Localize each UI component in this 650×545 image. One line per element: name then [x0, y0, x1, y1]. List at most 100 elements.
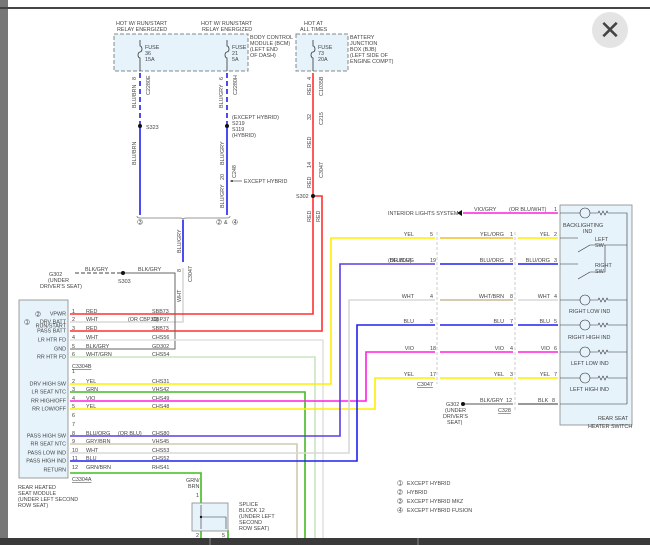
svg-text:15A: 15A: [145, 57, 155, 63]
svg-text:C3047: C3047: [319, 162, 325, 178]
wire-color: YEL: [494, 372, 504, 378]
svg-text:RED: RED: [307, 177, 313, 188]
svg-text:IND: IND: [583, 229, 592, 235]
svg-text:2: 2: [218, 220, 221, 226]
svg-text:ROW SEAT): ROW SEAT): [18, 503, 48, 509]
close-button[interactable]: ✕: [592, 12, 628, 48]
svg-text:LEFT HIGH IND: LEFT HIGH IND: [570, 387, 609, 393]
svg-text:ALL TIMES: ALL TIMES: [300, 27, 328, 33]
bottom-bar: [0, 538, 650, 545]
svg-text:C248: C248: [232, 165, 238, 178]
wire-color: BLU/ORG: [480, 258, 504, 264]
module-pin-label: PASS HIGH SW: [27, 434, 67, 440]
circuit-id: CHS48: [152, 404, 169, 410]
svg-text:BLU/GRY: BLU/GRY: [220, 141, 226, 165]
module-pin-label: RR LOW/OFF: [32, 407, 67, 413]
wire-color: YEL: [540, 232, 550, 238]
circuit-id: SBB73: [152, 326, 169, 332]
note-number: 2: [37, 312, 40, 318]
module-pin-label: RR HTR FD: [37, 355, 66, 361]
wire-color: WHT: [86, 335, 99, 341]
module-pin-label: RR HIGH/OFF: [31, 399, 67, 405]
wire-color: WHT/GRN: [86, 352, 112, 358]
circuit-id: CHS49: [152, 396, 169, 402]
pin-number: 7: [72, 422, 75, 428]
module-pin-label: GND: [54, 347, 66, 353]
svg-text:1: 1: [554, 207, 557, 213]
svg-text:C2280H: C2280H: [233, 75, 239, 95]
module-pin-label: PASS BATT: [37, 329, 67, 335]
svg-text:ROW SEAT): ROW SEAT): [239, 526, 269, 532]
svg-text:LEFT LOW IND: LEFT LOW IND: [571, 361, 609, 367]
circuit-id: RHS41: [152, 465, 169, 471]
svg-text:4: 4: [234, 220, 237, 226]
svg-text:(HYBRID): (HYBRID): [232, 133, 256, 139]
svg-text:C215: C215: [319, 112, 325, 125]
svg-text:ENGINE COMPT): ENGINE COMPT): [350, 59, 394, 65]
svg-text:8: 8: [177, 269, 183, 272]
module-pin-label: LR SEAT NTC: [31, 390, 66, 396]
pin-number: 11: [72, 456, 78, 462]
pin-number: 1: [510, 232, 513, 238]
wire-color: RED: [86, 326, 97, 332]
svg-text:BLU/BRN: BLU/BRN: [132, 142, 138, 165]
svg-text:32: 32: [307, 114, 313, 120]
close-icon: ✕: [599, 15, 621, 45]
wire-alt: (OR CBP36): [128, 317, 158, 323]
pin-number: 5: [72, 344, 75, 350]
circuit-id: CHS54: [152, 352, 169, 358]
wire-color: BLU: [86, 456, 97, 462]
pin-number: 1: [72, 369, 75, 375]
svg-text:EXCEPT HYBRID MKZ: EXCEPT HYBRID MKZ: [407, 499, 464, 505]
svg-text:BLU/GRY: BLU/GRY: [219, 84, 225, 108]
module-pin-label: DRV HIGH SW: [30, 382, 67, 388]
splice-s323: [138, 124, 142, 128]
pin-number: 6: [554, 346, 557, 352]
svg-text:1: 1: [196, 493, 199, 499]
wire-color: YEL: [86, 404, 96, 410]
svg-text:RELAY ENERGIZED: RELAY ENERGIZED: [202, 27, 252, 33]
svg-text:HEATER SWITCH: HEATER SWITCH: [588, 424, 632, 430]
svg-text:20: 20: [220, 174, 226, 180]
svg-text:(OR BLU/WHT): (OR BLU/WHT): [509, 207, 547, 213]
svg-text:EXCEPT HYBRID: EXCEPT HYBRID: [244, 179, 287, 185]
svg-text:&: &: [224, 220, 228, 226]
svg-text:S303: S303: [118, 279, 131, 285]
svg-text:BLU/GRY: BLU/GRY: [220, 184, 226, 208]
pin-number: 12: [72, 465, 78, 471]
pin-number: 2: [554, 232, 557, 238]
svg-text:WHT: WHT: [177, 289, 183, 302]
svg-text:4: 4: [307, 77, 313, 80]
svg-text:RELAY ENERGIZED: RELAY ENERGIZED: [117, 27, 167, 33]
svg-text:REAR SEAT: REAR SEAT: [598, 416, 629, 422]
pin-number: 3: [430, 319, 433, 325]
svg-text:C3047: C3047: [188, 266, 194, 282]
svg-text:BLU/GRY: BLU/GRY: [177, 229, 183, 253]
wire-color: VIO: [541, 346, 550, 352]
pin-number: 17: [430, 372, 436, 378]
svg-text:5: 5: [222, 533, 225, 539]
svg-text:C3304A: C3304A: [72, 477, 92, 483]
svg-text:8: 8: [552, 398, 555, 404]
svg-text:8: 8: [132, 77, 138, 80]
pin-number: 5: [510, 258, 513, 264]
svg-text:SW: SW: [595, 269, 605, 275]
wire-color: YEL: [404, 232, 414, 238]
circuit-id: GD302: [152, 344, 169, 350]
wire-color: BLK/GRY: [86, 344, 110, 350]
svg-text:EXCEPT HYBRID FUSION: EXCEPT HYBRID FUSION: [407, 508, 472, 514]
top-frame: [0, 7, 650, 9]
svg-text:BLK/GRY: BLK/GRY: [85, 267, 109, 273]
wire-color: YEL/ORG: [480, 232, 504, 238]
circuit-id: CHS80: [152, 431, 169, 437]
svg-text:BLK/GRY: BLK/GRY: [480, 398, 504, 404]
svg-text:DRIVER'S SEAT): DRIVER'S SEAT): [40, 284, 82, 290]
splice-s303: [121, 271, 125, 275]
splice-s302: [311, 194, 315, 198]
pin-number: 2: [72, 379, 75, 385]
svg-text:S323: S323: [146, 125, 159, 131]
pin-number: 19: [430, 258, 436, 264]
pin-number: 3: [72, 326, 75, 332]
wire-color: VIO: [86, 396, 95, 402]
svg-text:RED: RED: [307, 137, 313, 148]
